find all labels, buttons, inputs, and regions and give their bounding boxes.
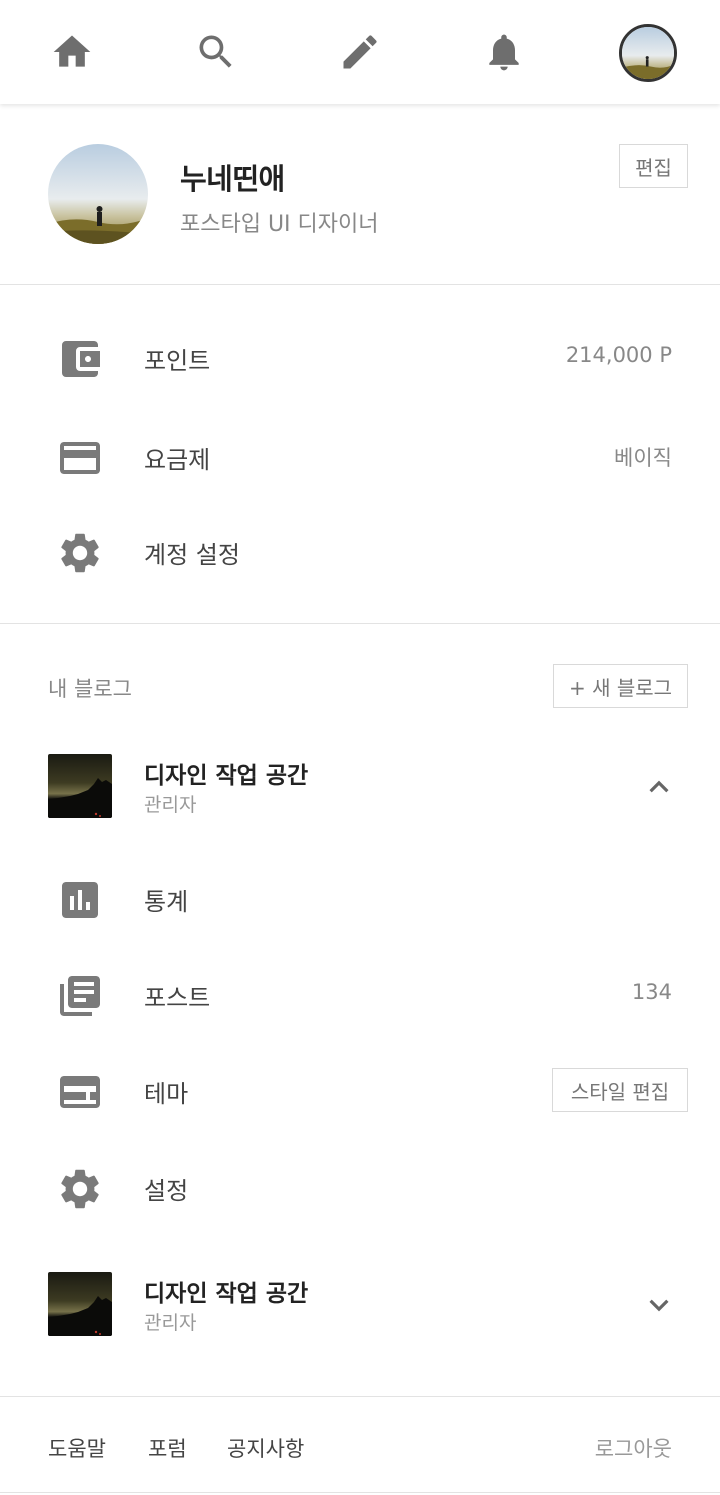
new-blog-button[interactable]: + 새 블로그: [553, 664, 688, 708]
blog-menu-label: 포스트: [144, 984, 211, 1012]
my-blogs-section: 내 블로그 + 새 블로그 디자인 작업 공간 관리자 통계 포스트 134 테…: [0, 624, 720, 1396]
notifications-button[interactable]: [474, 22, 534, 82]
profile-section: 누네띤애 포스타입 UI 디자이너 편집: [0, 104, 720, 285]
help-link[interactable]: 도움말: [48, 1433, 106, 1463]
edit-style-button[interactable]: 스타일 편집: [552, 1068, 688, 1112]
write-button[interactable]: [330, 22, 390, 82]
theme-icon: [56, 1068, 104, 1116]
forum-link[interactable]: 포럼: [148, 1433, 187, 1463]
blog-menu-label: 통계: [144, 888, 189, 916]
blog-menu-label: 설정: [144, 1177, 189, 1205]
section-title: 내 블로그: [48, 677, 132, 701]
menu-item-plan[interactable]: 요금제 베이직: [0, 426, 720, 486]
wallet-icon: [56, 335, 104, 383]
blog-thumbnail-image: [48, 754, 112, 818]
bell-icon: [489, 34, 519, 71]
pencil-icon: [343, 35, 377, 69]
blog-thumbnail-image: [48, 1272, 112, 1336]
home-icon: [53, 35, 91, 67]
chevron-up-icon: [649, 780, 669, 793]
blog-thumbnail: [48, 1272, 112, 1336]
bar-chart-icon: [56, 876, 104, 924]
search-icon: [199, 35, 232, 68]
home-button[interactable]: [42, 22, 102, 82]
footer: 도움말 포럼 공지사항 로그아웃: [0, 1396, 720, 1493]
collapse-button[interactable]: [640, 768, 678, 806]
search-button[interactable]: [186, 22, 246, 82]
menu-item-label: 포인트: [144, 347, 211, 375]
gear-icon: [56, 1165, 104, 1213]
profile-role: 포스타입 UI 디자이너: [180, 212, 379, 237]
profile-avatar-button[interactable]: [619, 24, 677, 82]
points-value: 214,000 P: [565, 343, 672, 367]
posts-count: 134: [631, 980, 672, 1004]
menu-item-points[interactable]: 포인트 214,000 P: [0, 327, 720, 387]
logout-link[interactable]: 로그아웃: [595, 1433, 672, 1463]
gear-icon: [56, 529, 104, 577]
blog-name: 디자인 작업 공간: [144, 763, 309, 789]
blog-menu-item-stats[interactable]: 통계: [0, 868, 720, 928]
menu-item-label: 계정 설정: [144, 541, 240, 569]
account-menu: 포인트 214,000 P 요금제 베이직 계정 설정: [0, 285, 720, 624]
plan-value: 베이직: [614, 446, 672, 470]
menu-item-label: 요금제: [144, 446, 211, 474]
blog-item[interactable]: 디자인 작업 공간 관리자: [0, 1272, 720, 1342]
blog-menu-item-posts[interactable]: 포스트 134: [0, 964, 720, 1024]
blog-menu-label: 테마: [144, 1080, 189, 1108]
credit-card-icon: [56, 434, 104, 482]
notice-link[interactable]: 공지사항: [227, 1433, 304, 1463]
chevron-down-icon: [649, 1299, 669, 1312]
blog-role: 관리자: [144, 794, 197, 816]
avatar-image: [48, 144, 148, 244]
avatar-image: [622, 27, 674, 79]
blog-item[interactable]: 디자인 작업 공간 관리자: [0, 754, 720, 824]
edit-profile-button[interactable]: 편집: [619, 144, 688, 188]
profile-name: 누네띤애: [180, 162, 285, 196]
blog-menu-item-settings[interactable]: 설정: [0, 1157, 720, 1217]
blog-thumbnail: [48, 754, 112, 818]
profile-avatar: [48, 144, 148, 244]
expand-button[interactable]: [640, 1286, 678, 1324]
blog-role: 관리자: [144, 1312, 197, 1334]
menu-item-account-settings[interactable]: 계정 설정: [0, 521, 720, 581]
posts-icon: [56, 972, 104, 1020]
blog-name: 디자인 작업 공간: [144, 1281, 309, 1307]
top-navigation-bar: [0, 0, 720, 104]
